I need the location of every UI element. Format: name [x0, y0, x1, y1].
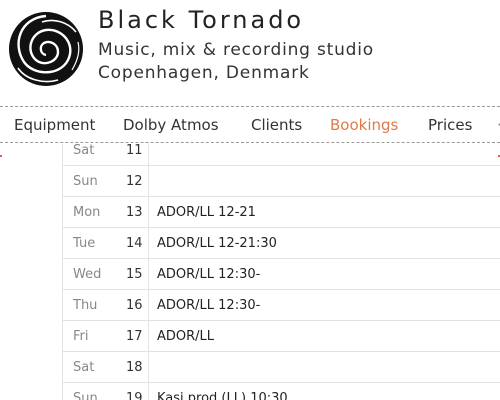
- day-cell: Thu: [62, 289, 126, 321]
- nav-item-equipment[interactable]: Equipment: [14, 116, 95, 134]
- date-cell: 15: [126, 258, 149, 290]
- booking-cell: ADOR/LL 12-21: [148, 196, 500, 228]
- booking-cell: [148, 165, 500, 197]
- date-cell: 11: [126, 144, 149, 166]
- day-cell: Fri: [62, 320, 126, 352]
- day-cell: Sat: [62, 144, 126, 166]
- nav-item-clients[interactable]: Clients: [251, 116, 302, 134]
- date-cell: 19: [126, 382, 149, 400]
- day-cell: Sun: [62, 382, 126, 400]
- date-cell: 17: [126, 320, 149, 352]
- day-cell: Tue: [62, 227, 126, 259]
- day-cell: Sun: [62, 165, 126, 197]
- site-subtitle: Music, mix & recording studio: [98, 40, 374, 60]
- site-location: Copenhagen, Denmark: [98, 63, 310, 83]
- table-row: Sat 18: [62, 351, 500, 383]
- page: Black Tornado Music, mix & recording stu…: [0, 0, 500, 400]
- booking-cell: [148, 351, 500, 383]
- table-row: Wed 15 ADOR/LL 12:30-: [62, 258, 500, 290]
- date-cell: 14: [126, 227, 149, 259]
- tornado-logo[interactable]: [6, 10, 86, 88]
- booking-cell: ADOR/LL 12-21:30: [148, 227, 500, 259]
- day-cell: Sat: [62, 351, 126, 383]
- nav-item-prices[interactable]: Prices: [428, 116, 472, 134]
- bookings-table: Sat 11 Sun 12 Mon 13 ADOR/LL 12-21 Tue 1…: [62, 144, 500, 400]
- site-title: Black Tornado: [98, 6, 305, 34]
- table-row: Mon 13 ADOR/LL 12-21: [62, 196, 500, 228]
- table-row: Sun 19 Kasi prod (LL) 10:30: [62, 382, 500, 400]
- date-cell: 12: [126, 165, 149, 197]
- table-row: Thu 16 ADOR/LL 12:30-: [62, 289, 500, 321]
- date-cell: 16: [126, 289, 149, 321]
- table-row: Tue 14 ADOR/LL 12-21:30: [62, 227, 500, 259]
- day-cell: Wed: [62, 258, 126, 290]
- table-row: Sun 12: [62, 165, 500, 197]
- booking-cell: ADOR/LL 12:30-: [148, 258, 500, 290]
- site-header: Black Tornado Music, mix & recording stu…: [0, 0, 500, 106]
- booking-cell: ADOR/LL: [148, 320, 500, 352]
- booking-cell: ADOR/LL 12:30-: [148, 289, 500, 321]
- nav-item-bookings[interactable]: Bookings: [330, 116, 398, 134]
- main-nav: Equipment Dolby Atmos Clients Bookings P…: [0, 106, 500, 143]
- day-cell: Mon: [62, 196, 126, 228]
- nav-item-dolby-atmos[interactable]: Dolby Atmos: [123, 116, 219, 134]
- table-row: Fri 17 ADOR/LL: [62, 320, 500, 352]
- table-row: Sat 11: [62, 144, 500, 166]
- date-cell: 18: [126, 351, 149, 383]
- date-cell: 13: [126, 196, 149, 228]
- bookings-calendar: Sat 11 Sun 12 Mon 13 ADOR/LL 12-21 Tue 1…: [0, 144, 500, 400]
- booking-cell: [148, 144, 500, 166]
- booking-cell: Kasi prod (LL) 10:30: [148, 382, 500, 400]
